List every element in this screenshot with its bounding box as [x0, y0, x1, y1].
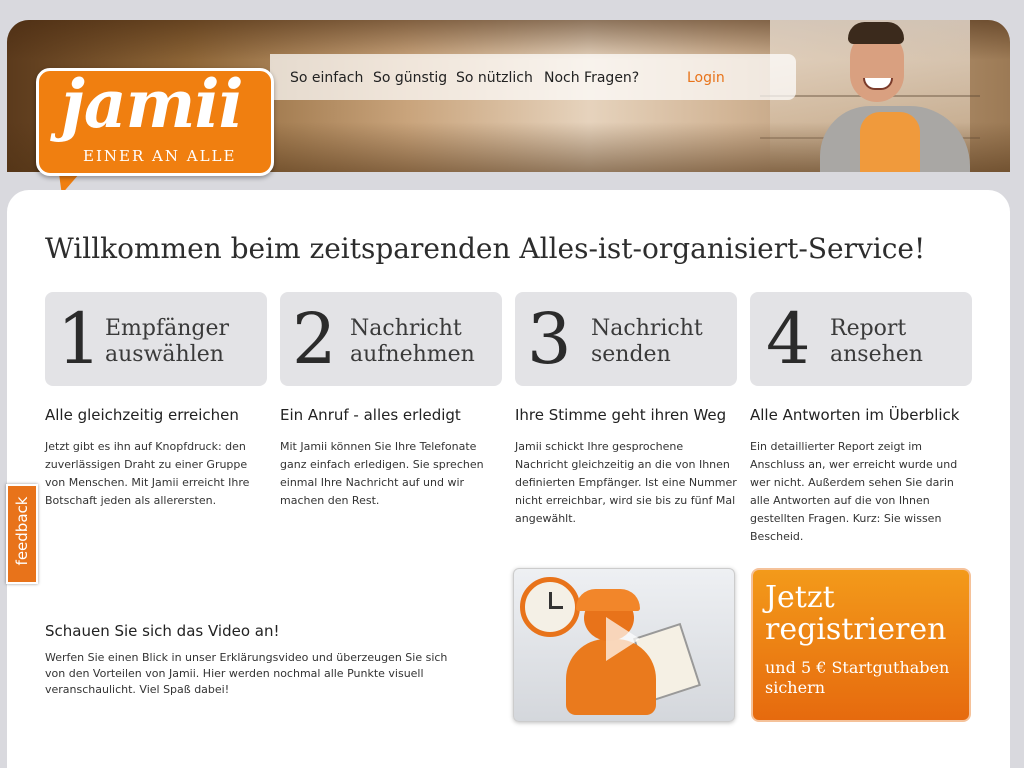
- feature-title-1: Alle gleichzeitig erreichen: [45, 406, 239, 424]
- mascot-cap: [576, 589, 640, 611]
- step-card-2: 2 Nachricht aufnehmen: [280, 292, 502, 386]
- step-label: Nachricht aufnehmen: [350, 316, 475, 367]
- feature-title-4: Alle Antworten im Überblick: [750, 406, 960, 424]
- register-subline: und 5 € Startguthaben sichern: [765, 658, 950, 697]
- nav-so-guenstig[interactable]: So günstig: [373, 70, 447, 86]
- step-number: 1: [57, 298, 102, 380]
- person-shirt: [860, 112, 920, 172]
- feature-text-2: Mit Jamii können Sie Ihre Telefonate gan…: [280, 440, 484, 507]
- step-number: 3: [527, 298, 572, 380]
- step-number: 4: [766, 298, 811, 380]
- video-player[interactable]: [513, 568, 735, 722]
- nav-noch-fragen[interactable]: Noch Fragen?: [544, 70, 639, 86]
- feedback-tab[interactable]: feedback: [6, 484, 38, 584]
- step-label: Report ansehen: [830, 316, 923, 367]
- clock-hand-minute: [549, 606, 563, 609]
- feedback-label: feedback: [13, 496, 31, 566]
- feature-title-3: Ihre Stimme geht ihren Weg: [515, 406, 727, 424]
- register-button[interactable]: Jetzt registrieren und 5 € Startguthaben…: [751, 568, 971, 722]
- nav-so-nuetzlich[interactable]: So nützlich: [456, 70, 533, 86]
- feature-title-2: Ein Anruf - alles erledigt: [280, 406, 461, 424]
- step-number: 2: [292, 298, 337, 380]
- step-card-1: 1 Empfänger auswählen: [45, 292, 267, 386]
- main-content: Willkommen beim zeitsparenden Alles-ist-…: [7, 190, 1010, 768]
- feature-text-1: Jetzt gibt es ihn auf Knopfdruck: den zu…: [45, 440, 250, 507]
- feature-text-3: Jamii schickt Ihre gesprochene Nachricht…: [515, 440, 737, 525]
- step-label: Nachricht senden: [591, 316, 703, 367]
- step-card-4: 4 Report ansehen: [750, 292, 972, 386]
- feature-text-4: Ein detaillierter Report zeigt im Anschl…: [750, 440, 958, 543]
- logo-word: jamii: [61, 65, 244, 143]
- step-card-3: 3 Nachricht senden: [515, 292, 737, 386]
- person-hair: [848, 22, 904, 44]
- main-navigation: So einfach So günstig So nützlich Noch F…: [270, 54, 796, 100]
- nav-so-einfach[interactable]: So einfach: [290, 70, 363, 86]
- hero-person-image: [820, 20, 970, 172]
- step-label: Empfänger auswählen: [105, 316, 230, 367]
- page-title: Willkommen beim zeitsparenden Alles-ist-…: [45, 232, 926, 265]
- clock-icon: [520, 577, 580, 637]
- jamii-logo[interactable]: jamii EINER AN ALLE: [36, 65, 274, 176]
- login-link[interactable]: Login: [687, 70, 725, 86]
- logo-tagline: EINER AN ALLE: [83, 147, 237, 165]
- register-headline: Jetzt registrieren: [765, 580, 947, 647]
- play-icon[interactable]: [606, 617, 640, 661]
- video-title: Schauen Sie sich das Video an!: [45, 622, 280, 640]
- video-description: Werfen Sie einen Blick in unser Erklärun…: [45, 651, 448, 696]
